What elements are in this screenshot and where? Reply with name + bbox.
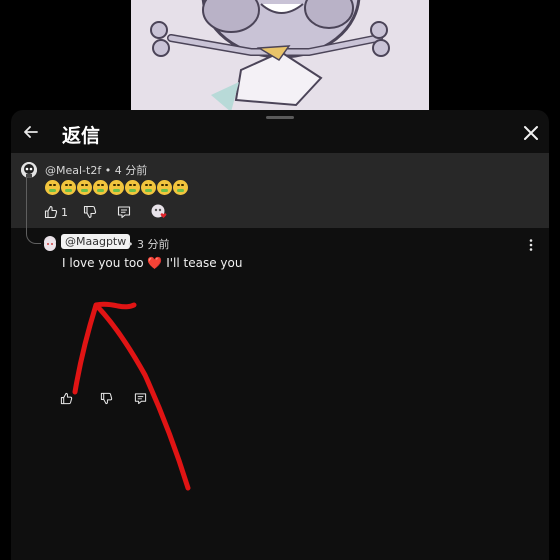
annotation-arrow-icon — [72, 301, 191, 491]
